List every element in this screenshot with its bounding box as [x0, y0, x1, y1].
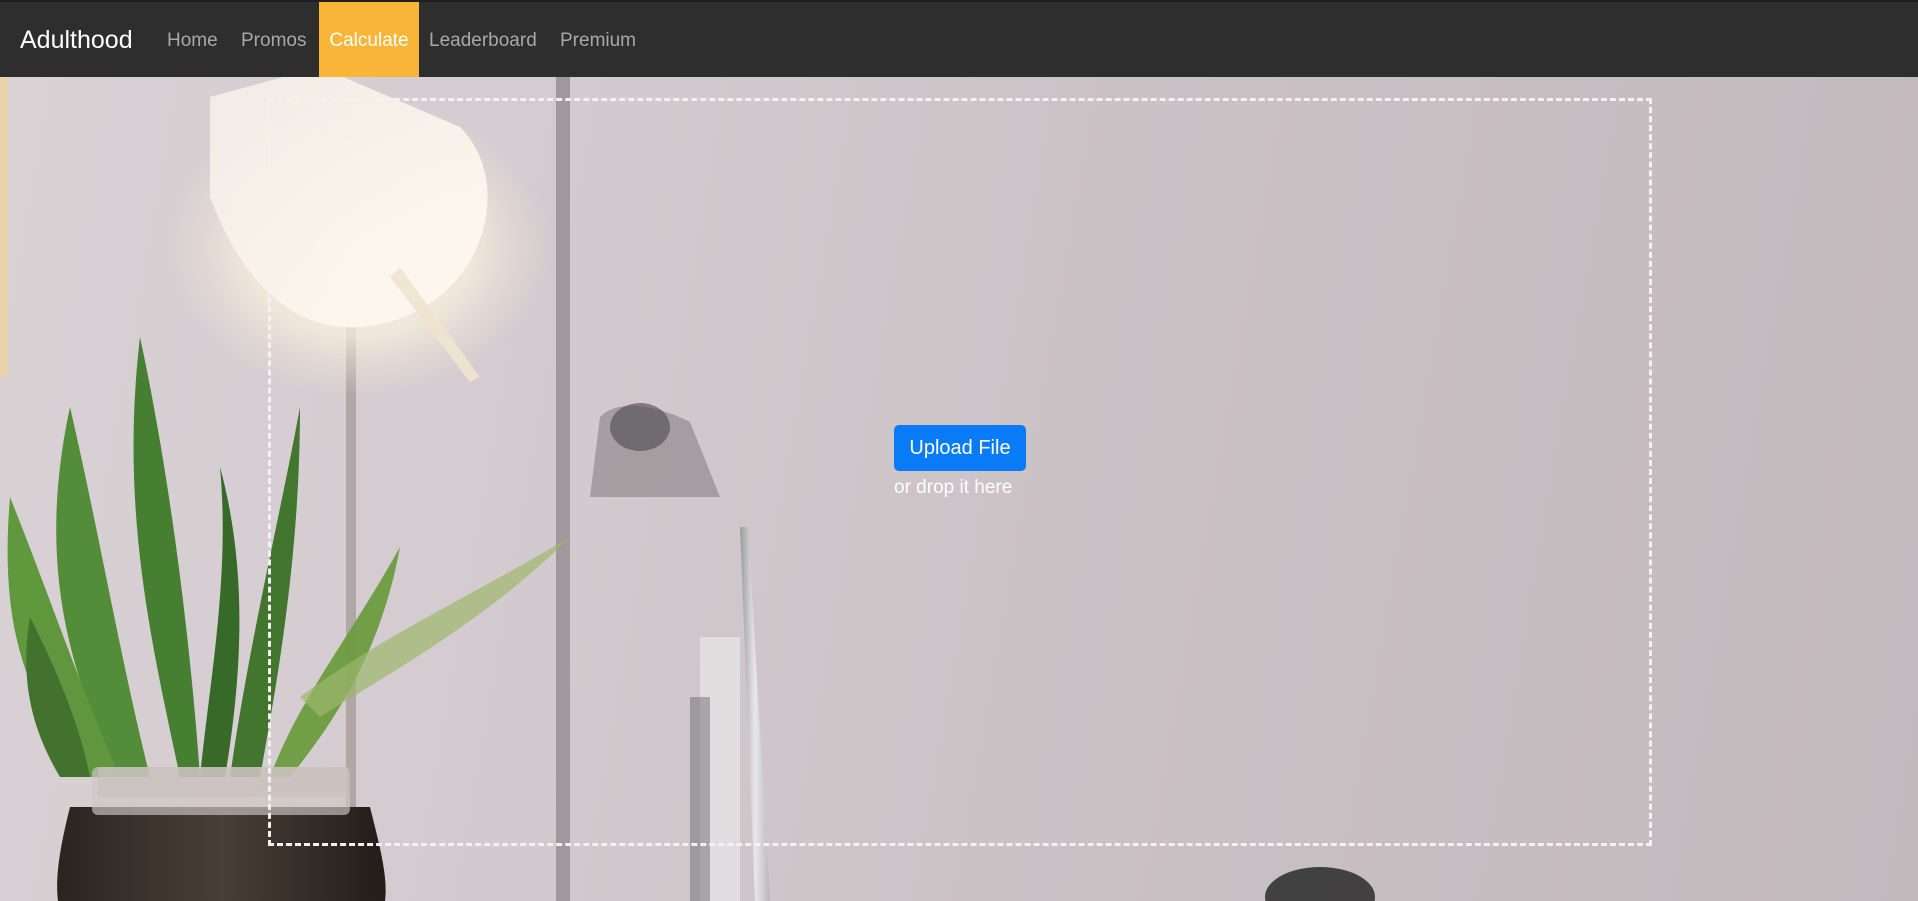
nav-item-promos[interactable]: Promos [241, 2, 306, 77]
nav-item-home[interactable]: Home [167, 2, 218, 77]
brand-logo[interactable]: Adulthood [20, 25, 133, 55]
drop-hint-text: or drop it here [894, 477, 1013, 498]
top-navbar: Adulthood Home Promos Calculate Leaderbo… [0, 0, 1918, 77]
file-drop-zone[interactable] [268, 98, 1652, 846]
nav-item-leaderboard[interactable]: Leaderboard [429, 2, 537, 77]
upload-file-button[interactable]: Upload File [894, 425, 1026, 471]
nav-item-premium[interactable]: Premium [560, 2, 636, 77]
nav-item-calculate[interactable]: Calculate [319, 2, 419, 77]
